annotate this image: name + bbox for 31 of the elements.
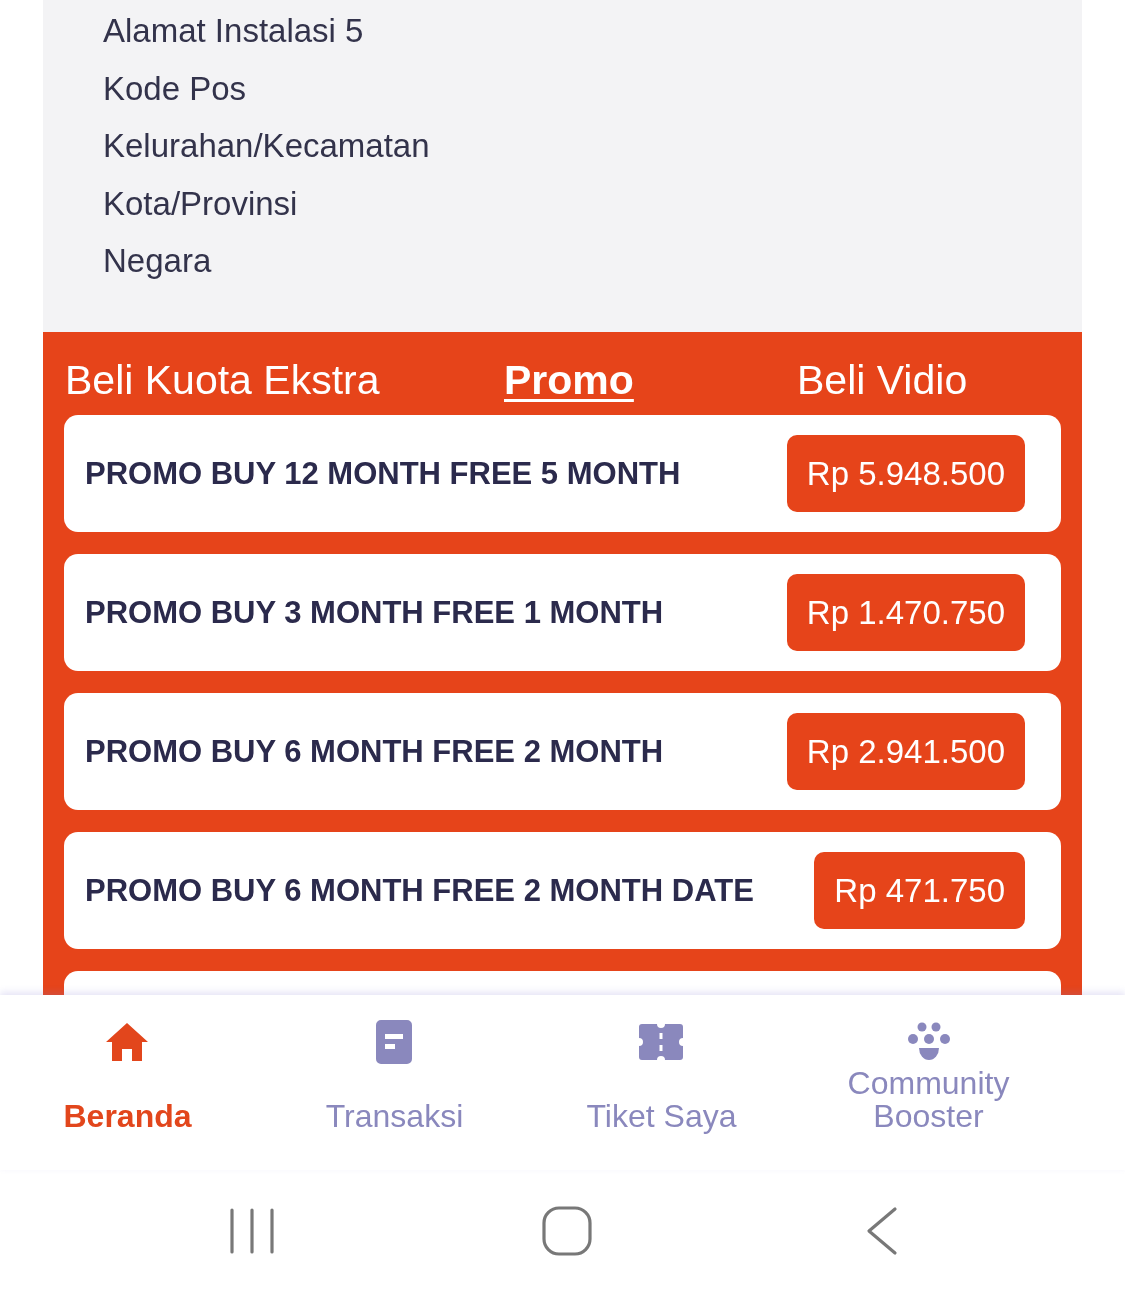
address-label: Alamat Instalasi 5 — [103, 11, 364, 51]
promo-card[interactable]: PROMO BUY 6 MONTH FREE 2 MONTH DATE Rp 471.750 — [64, 832, 1061, 949]
ticket-icon — [638, 1023, 685, 1061]
nav-tab[interactable]: Community Booster — [823, 995, 1034, 1170]
price-button[interactable]: Rp 1.470.750 — [786, 574, 1025, 651]
price-button[interactable]: Rp 2.941.500 — [786, 713, 1025, 790]
promo-title: PROMO BUY 3 MONTH FREE 1 MONTH — [85, 594, 664, 631]
people-icon — [906, 1022, 951, 1062]
promo-card[interactable]: PROMO BUY 6 MONTH FREE 2 MONTH Rp 2.941.500 — [64, 693, 1061, 810]
price-button[interactable]: Rp 471.750 — [814, 852, 1025, 929]
tab[interactable]: Beli Kuota Ekstra — [65, 357, 380, 404]
home-icon[interactable] — [541, 1206, 592, 1256]
address-label: Negara — [103, 241, 212, 281]
nav-tab[interactable]: Transaksi — [325, 995, 464, 1170]
nav-tab[interactable]: Beranda — [63, 995, 192, 1170]
address-label: Kelurahan/Kecamatan — [103, 126, 430, 166]
back-icon[interactable] — [865, 1206, 898, 1256]
house-icon — [105, 1022, 150, 1062]
nav-tab[interactable]: Tiket Saya — [586, 995, 737, 1170]
price-button[interactable]: Rp 5.948.500 — [786, 435, 1025, 512]
promo-card[interactable]: PROMO BUY 12 MONTH FREE 5 MONTH Rp 5.948.500 — [64, 415, 1061, 532]
document-icon — [376, 1020, 413, 1064]
address-label: Kode Pos — [103, 68, 247, 109]
promo-card[interactable]: PROMO BUY 3 MONTH FREE 1 MONTH Rp 1.470.750 — [64, 554, 1061, 671]
promo-title: PROMO BUY 6 MONTH FREE 2 MONTH — [85, 733, 664, 770]
address-label: Kota/Provinsi — [103, 183, 298, 224]
promo-title: PROMO BUY 6 MONTH FREE 2 MONTH DATE — [85, 872, 754, 909]
tab[interactable]: Beli Vidio — [797, 357, 968, 404]
recent-apps-icon[interactable] — [228, 1207, 275, 1255]
tab[interactable]: Promo — [504, 357, 634, 404]
promo-title: PROMO BUY 12 MONTH FREE 5 MONTH — [85, 455, 681, 492]
